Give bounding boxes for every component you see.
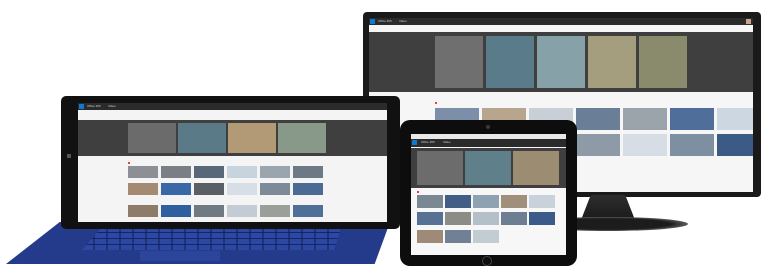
video-thumbnail[interactable] bbox=[417, 212, 443, 225]
video-thumbnail[interactable] bbox=[529, 195, 555, 208]
video-thumbnail[interactable] bbox=[445, 212, 471, 225]
video-thumbnail[interactable] bbox=[623, 108, 667, 130]
video-thumbnail[interactable] bbox=[128, 183, 158, 195]
surface-section-heading bbox=[128, 161, 131, 165]
hero-video-tile[interactable] bbox=[417, 151, 463, 185]
video-thumbnail[interactable] bbox=[576, 134, 620, 156]
video-thumbnail[interactable] bbox=[227, 166, 257, 178]
video-thumbnail[interactable] bbox=[260, 205, 290, 217]
video-thumbnail[interactable] bbox=[293, 166, 323, 178]
surface-hero-banner bbox=[78, 120, 387, 156]
video-thumbnail[interactable] bbox=[501, 195, 527, 208]
video-thumbnail[interactable] bbox=[576, 108, 620, 130]
video-thumbnail[interactable] bbox=[194, 183, 224, 195]
surface-tablet: Office 365 Video bbox=[61, 96, 400, 229]
video-thumbnail[interactable] bbox=[128, 205, 158, 217]
hero-video-tile[interactable] bbox=[178, 123, 226, 153]
tablet-hero-banner bbox=[411, 148, 566, 188]
hero-video-tile[interactable] bbox=[588, 36, 636, 88]
video-thumbnail[interactable] bbox=[670, 134, 714, 156]
hero-video-tile[interactable] bbox=[513, 151, 559, 185]
video-thumbnail[interactable] bbox=[293, 183, 323, 195]
tablet-section-label: Video bbox=[443, 140, 451, 144]
video-thumbnail[interactable] bbox=[293, 205, 323, 217]
video-thumbnail[interactable] bbox=[623, 134, 667, 156]
video-thumbnail[interactable] bbox=[473, 195, 499, 208]
video-thumbnail[interactable] bbox=[445, 230, 471, 243]
monitor-section-label: Video bbox=[399, 19, 407, 23]
video-thumbnail[interactable] bbox=[717, 108, 753, 130]
hero-video-tile[interactable] bbox=[639, 36, 687, 88]
hero-video-tile[interactable] bbox=[537, 36, 585, 88]
video-thumbnail[interactable] bbox=[260, 166, 290, 178]
monitor-app-bar: Office 365 Video bbox=[369, 18, 753, 25]
hero-video-tile[interactable] bbox=[486, 36, 534, 88]
video-thumbnail[interactable] bbox=[194, 166, 224, 178]
video-thumbnail[interactable] bbox=[445, 195, 471, 208]
video-thumbnail[interactable] bbox=[161, 166, 191, 178]
monitor-avatar bbox=[746, 19, 751, 24]
video-thumbnail[interactable] bbox=[161, 183, 191, 195]
monitor-brand-label: Office 365 bbox=[378, 19, 392, 23]
trackpad bbox=[140, 251, 220, 261]
video-thumbnail[interactable] bbox=[128, 166, 158, 178]
video-thumbnail[interactable] bbox=[670, 108, 714, 130]
tablet-brand-label: Office 365 bbox=[421, 140, 435, 144]
video-thumbnail[interactable] bbox=[227, 183, 257, 195]
video-thumbnail[interactable] bbox=[501, 212, 527, 225]
video-thumbnail[interactable] bbox=[161, 205, 191, 217]
surface-app-bar: Office 365 Video bbox=[78, 103, 387, 110]
hero-video-tile[interactable] bbox=[228, 123, 276, 153]
app-launcher-icon bbox=[370, 19, 375, 24]
monitor-hero-banner bbox=[369, 32, 753, 92]
app-launcher-icon bbox=[79, 104, 84, 109]
ipad-tablet: Office 365 Video bbox=[400, 120, 577, 266]
video-thumbnail[interactable] bbox=[417, 230, 443, 243]
monitor-section-heading bbox=[435, 101, 438, 105]
surface-brand-label: Office 365 bbox=[87, 104, 101, 108]
windows-logo-icon bbox=[67, 154, 71, 158]
video-thumbnail[interactable] bbox=[417, 195, 443, 208]
video-thumbnail[interactable] bbox=[473, 212, 499, 225]
video-thumbnail[interactable] bbox=[717, 134, 753, 156]
video-thumbnail[interactable] bbox=[194, 205, 224, 217]
surface-screen: Office 365 Video bbox=[78, 103, 387, 222]
hero-video-tile[interactable] bbox=[128, 123, 176, 153]
hero-video-tile[interactable] bbox=[278, 123, 326, 153]
tablet-screen: Office 365 Video bbox=[411, 134, 566, 255]
video-thumbnail[interactable] bbox=[473, 230, 499, 243]
app-launcher-icon bbox=[412, 140, 417, 145]
home-button[interactable] bbox=[482, 256, 492, 266]
camera-icon bbox=[486, 125, 490, 129]
video-thumbnail[interactable] bbox=[227, 205, 257, 217]
keyboard-keys bbox=[82, 226, 342, 250]
video-thumbnail[interactable] bbox=[260, 183, 290, 195]
hero-video-tile[interactable] bbox=[465, 151, 511, 185]
surface-section-label: Video bbox=[108, 104, 116, 108]
hero-video-tile[interactable] bbox=[435, 36, 483, 88]
tablet-section-heading bbox=[417, 190, 420, 194]
tablet-app-bar: Office 365 Video bbox=[411, 139, 566, 147]
video-thumbnail[interactable] bbox=[529, 212, 555, 225]
